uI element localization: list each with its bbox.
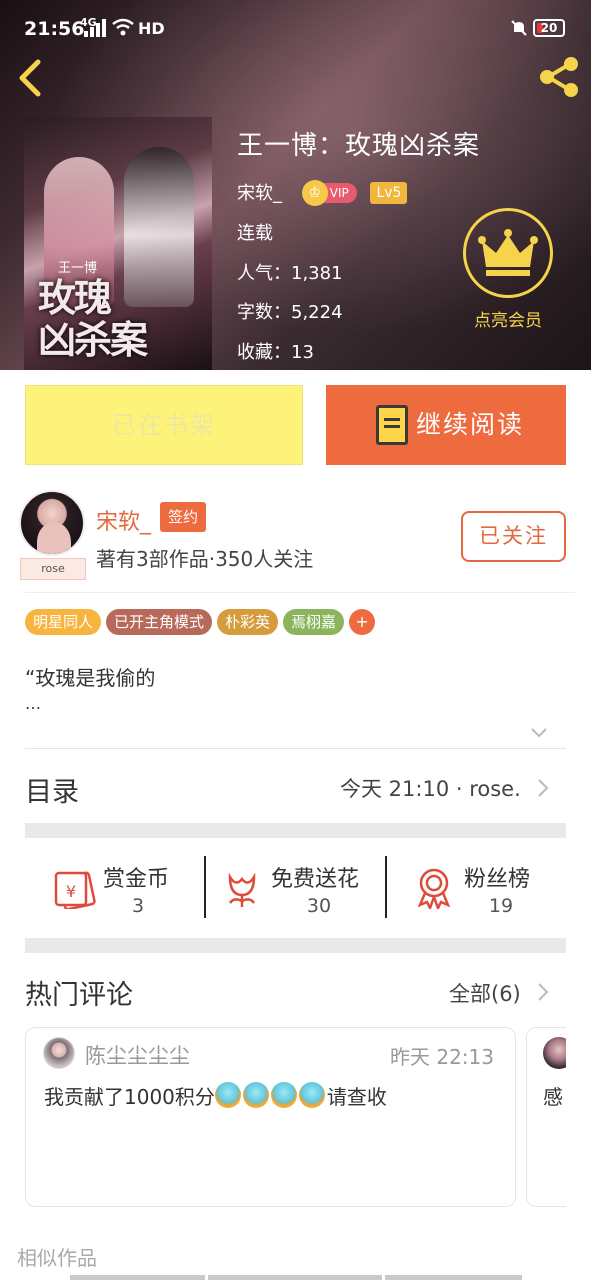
reward-coin-icon: ¥ — [52, 867, 96, 913]
battery-icon: 20 — [533, 19, 565, 37]
commenter-avatar[interactable] — [43, 1037, 75, 1069]
tag-item[interactable]: 朴彩英 — [217, 609, 279, 635]
comment-text: 我贡献了1000积分 请查收 — [44, 1081, 387, 1110]
book-status: 连载 — [237, 223, 273, 244]
author-avatar[interactable] — [19, 490, 85, 556]
share-button[interactable] — [536, 54, 582, 100]
commenter-avatar[interactable] — [543, 1037, 566, 1069]
stat-count: 3 — [131, 895, 145, 917]
network-type: 4G — [80, 16, 97, 29]
tag-item[interactable]: 已开主角模式 — [106, 609, 213, 635]
divider — [385, 856, 387, 918]
divider — [204, 856, 206, 918]
member-label: 点亮会员 — [474, 311, 542, 331]
cover-title: 玫瑰 凶杀案 — [38, 275, 148, 362]
member-button[interactable]: 点亮会员 — [462, 208, 554, 331]
continue-reading-button[interactable]: 继续阅读 — [326, 385, 566, 465]
comment-card[interactable]: 感 — [526, 1027, 566, 1207]
divider — [25, 748, 566, 749]
hot-comments-title: 热门评论 — [25, 980, 133, 1011]
stat-label: 粉丝榜 — [464, 867, 531, 892]
crown-icon — [463, 208, 553, 298]
chevron-right-icon[interactable] — [537, 778, 549, 798]
tag-item[interactable]: 焉栩嘉 — [283, 609, 345, 635]
stat-label: 免费送花 — [271, 867, 360, 892]
synopsis-ellipsis: … — [25, 694, 41, 713]
hd-indicator: HD — [138, 19, 165, 38]
book-favorites: 收藏：13 — [237, 342, 314, 363]
divider — [25, 592, 575, 593]
book-info: 王一博：玫瑰凶杀案 宋软_ ♔ VIP Lv5 连载 人气：1,381 字数：5… — [237, 125, 481, 363]
chevron-left-icon — [19, 59, 41, 97]
author-meta: 著有3部作品·350人关注 — [96, 547, 314, 571]
status-bar: 21:56 4G HD 20 — [0, 0, 591, 46]
similar-works-title: 相似作品 — [17, 1246, 97, 1270]
scream-emoji-icon — [242, 1082, 269, 1108]
status-time: 21:56 — [24, 18, 85, 40]
book-popularity: 人气：1,381 — [237, 263, 343, 284]
stat-reward-coin[interactable]: ¥ 赏金币 3 — [50, 855, 190, 919]
follow-button[interactable]: 已关注 — [461, 511, 566, 562]
all-comments-link[interactable]: 全部(6) — [449, 978, 521, 1008]
section-separator — [25, 823, 566, 838]
comment-time: 昨天 22:13 — [390, 1045, 494, 1069]
comment-text: 感 — [543, 1085, 563, 1109]
stat-fan-ranking[interactable]: 粉丝榜 19 — [414, 855, 544, 919]
similar-item-placeholder[interactable] — [70, 1275, 205, 1280]
stat-count: 30 — [306, 895, 332, 917]
book-title: 王一博：玫瑰凶杀案 — [237, 131, 481, 161]
similar-item-placeholder[interactable] — [208, 1275, 382, 1280]
section-separator — [25, 938, 566, 953]
signed-badge: 签约 — [160, 502, 207, 532]
back-button[interactable] — [16, 58, 46, 98]
ribbon-medal-icon — [414, 867, 454, 913]
author-row: 宋软_ ♔ VIP Lv5 — [237, 179, 408, 206]
share-icon — [540, 57, 578, 97]
chevron-down-icon[interactable] — [530, 724, 548, 742]
similar-item-placeholder[interactable] — [385, 1275, 522, 1280]
level-badge: Lv5 — [370, 182, 408, 204]
stat-free-flowers[interactable]: 免费送花 30 — [222, 855, 372, 919]
tag-list: 明星同人 已开主角模式 朴彩英 焉栩嘉 + — [25, 609, 376, 635]
scream-emoji-icon — [270, 1082, 297, 1108]
comment-card[interactable]: 陈尘尘尘尘 昨天 22:13 我贡献了1000积分 请查收 — [25, 1027, 516, 1207]
tag-item[interactable]: 明星同人 — [25, 609, 102, 635]
mute-icon — [510, 19, 528, 41]
toc-latest-chapter[interactable]: 今天 21:10 · rose. — [340, 773, 521, 803]
vip-badge: ♔ VIP — [301, 180, 357, 206]
avatar-tag: rose — [20, 558, 86, 580]
scream-emoji-icon — [214, 1082, 241, 1108]
book-icon — [376, 405, 408, 445]
book-author[interactable]: 宋软_ — [237, 183, 282, 204]
wifi-icon — [112, 18, 134, 41]
scream-emoji-icon — [298, 1082, 325, 1108]
synopsis-text: “玫瑰是我偷的 — [25, 666, 156, 690]
author-name[interactable]: 宋软_ — [96, 504, 151, 536]
toc-title[interactable]: 目录 — [25, 770, 79, 809]
book-cover[interactable]: 王一博 玫瑰 凶杀案 — [24, 117, 212, 370]
crown-icon: ♔ — [301, 180, 328, 206]
stat-count: 19 — [488, 895, 514, 917]
flower-icon — [222, 869, 262, 913]
chevron-right-icon[interactable] — [537, 982, 549, 1002]
in-shelf-button[interactable]: 已在书架 — [25, 385, 303, 465]
book-word-count: 字数：5,224 — [237, 302, 343, 323]
commenter-name[interactable]: 陈尘尘尘尘 — [85, 1040, 190, 1070]
svg-text:¥: ¥ — [66, 882, 76, 901]
more-tags-button[interactable]: + — [349, 609, 376, 635]
stat-label: 赏金币 — [103, 867, 170, 892]
